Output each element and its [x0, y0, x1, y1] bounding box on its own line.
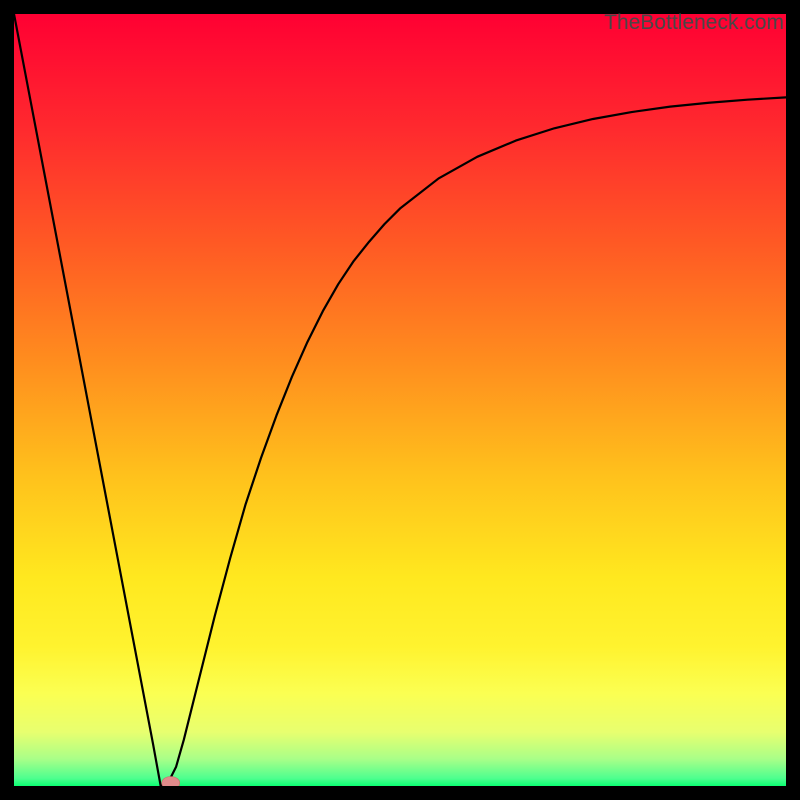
watermark-label: TheBottleneck.com — [604, 11, 784, 35]
chart-curve-layer — [14, 14, 786, 786]
chart-container: { "watermark": "TheBottleneck.com", "cha… — [0, 0, 800, 800]
curve-line — [14, 14, 786, 786]
minimum-marker — [162, 777, 180, 787]
plot-area: TheBottleneck.com — [14, 14, 786, 786]
